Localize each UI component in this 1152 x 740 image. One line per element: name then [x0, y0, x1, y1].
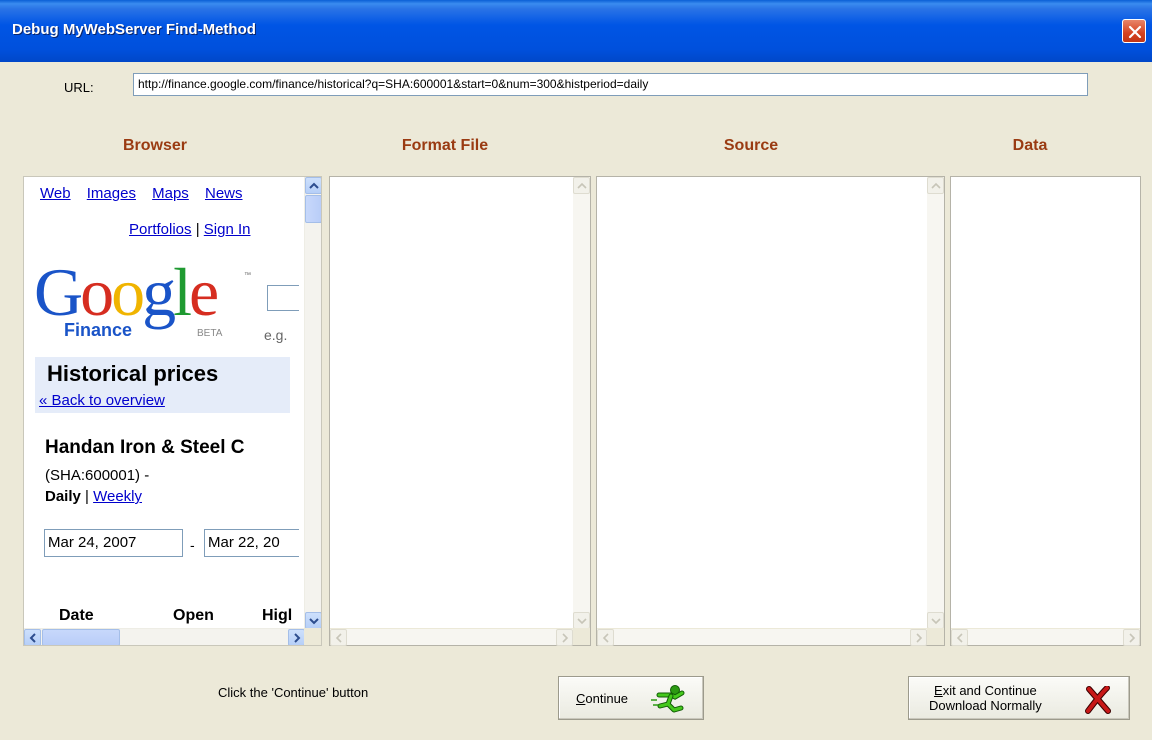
scrollbar-corner — [573, 628, 590, 645]
nav-web-link[interactable]: Web — [40, 185, 71, 202]
data-scroll-left[interactable] — [951, 629, 968, 646]
source-pane[interactable] — [596, 176, 945, 646]
source-scroll-up[interactable] — [927, 177, 944, 194]
start-date-input[interactable]: Mar 24, 2007 — [44, 529, 183, 557]
url-field[interactable]: http://finance.google.com/finance/histor… — [133, 73, 1088, 96]
scrollbar-corner — [927, 628, 944, 645]
chevron-up-icon — [931, 182, 941, 189]
continue-button-label: Continue — [576, 691, 629, 706]
source-scroll-left[interactable] — [597, 629, 614, 646]
format-file-horizontal-scrollbar[interactable] — [330, 628, 573, 646]
status-message: Click the 'Continue' button — [218, 685, 369, 700]
logo-finance-text: Finance — [64, 320, 132, 340]
format-file-pane[interactable] — [329, 176, 591, 646]
chevron-right-icon — [294, 633, 301, 643]
format-file-vertical-scrollbar[interactable] — [573, 177, 590, 629]
historical-prices-bar: Historical prices « Back to overview — [35, 357, 290, 413]
logo-beta-text: BETA — [197, 328, 223, 339]
back-to-overview-link[interactable]: « Back to overview — [39, 392, 165, 409]
logo-tm: ™ — [244, 272, 251, 279]
scroll-up-button[interactable] — [305, 177, 321, 194]
url-label: URL: — [64, 80, 94, 95]
source-scroll-down[interactable] — [927, 612, 944, 629]
exit-continue-button[interactable]: Exit and Continue Download Normally — [908, 676, 1130, 720]
end-date-input[interactable]: Mar 22, 20 — [204, 529, 299, 557]
scroll-left-button[interactable] — [24, 629, 41, 645]
chevron-right-icon — [562, 633, 569, 643]
chevron-left-icon — [29, 633, 36, 643]
continue-button[interactable]: Continue — [558, 676, 704, 720]
column-header-date: Date — [59, 607, 94, 624]
source-header: Source — [723, 137, 779, 154]
account-separator: | — [195, 221, 200, 238]
scroll-right-button[interactable] — [288, 629, 305, 645]
nav-maps-link[interactable]: Maps — [152, 185, 189, 202]
debug-window: Debug MyWebServer Find-Method URL: http:… — [0, 0, 1152, 740]
source-horizontal-scrollbar[interactable] — [597, 628, 927, 646]
period-daily: Daily — [45, 488, 81, 505]
account-links: Portfolios | Sign In — [129, 221, 250, 238]
nav-news-link[interactable]: News — [205, 185, 243, 202]
close-icon — [1128, 25, 1142, 39]
column-header-high: Higl — [262, 607, 293, 624]
data-header: Data — [1012, 137, 1048, 154]
horizontal-scroll-thumb[interactable] — [42, 629, 120, 645]
nav-images-link[interactable]: Images — [87, 185, 136, 202]
format-file-scroll-down[interactable] — [573, 612, 590, 629]
data-horizontal-scrollbar[interactable] — [951, 628, 1140, 646]
chevron-up-icon — [577, 182, 587, 189]
browser-pane[interactable]: Web Images Maps News Portfolios | Sign I… — [23, 176, 322, 646]
browser-horizontal-scrollbar[interactable] — [24, 628, 305, 645]
format-file-scroll-up[interactable] — [573, 177, 590, 194]
google-nav: Web Images Maps News — [40, 185, 255, 202]
data-scroll-right[interactable] — [1123, 629, 1140, 646]
scroll-down-button[interactable] — [305, 612, 321, 629]
google-finance-logo[interactable]: Google ™ Finance BETA — [34, 257, 294, 347]
source-vertical-scrollbar[interactable] — [927, 177, 944, 629]
source-scroll-right[interactable] — [910, 629, 927, 646]
client-area: URL: http://finance.google.com/finance/h… — [0, 62, 1152, 740]
chevron-right-icon — [1129, 633, 1136, 643]
browser-header: Browser — [122, 137, 188, 154]
ticker-symbol: (SHA:600001) - — [45, 467, 150, 484]
format-file-scroll-left[interactable] — [330, 629, 347, 646]
portfolios-link[interactable]: Portfolios — [129, 221, 192, 238]
search-hint: e.g. — [264, 327, 288, 343]
scrollbar-corner — [304, 628, 321, 645]
period-selector: Daily | Weekly — [45, 488, 142, 505]
data-pane[interactable] — [950, 176, 1141, 646]
format-file-scroll-right[interactable] — [556, 629, 573, 646]
company-name: Handan Iron & Steel C — [45, 437, 245, 458]
chevron-right-icon — [916, 633, 923, 643]
chevron-down-icon — [309, 618, 319, 625]
chevron-left-icon — [335, 633, 342, 643]
chevron-left-icon — [956, 633, 963, 643]
exit-button-label: Exit and Continue Download Normally — [929, 683, 1042, 713]
section-title: Historical prices — [47, 361, 219, 386]
chevron-left-icon — [602, 633, 609, 643]
column-header-open: Open — [173, 607, 214, 624]
close-button[interactable] — [1122, 19, 1146, 43]
period-separator: | — [80, 488, 94, 505]
browser-vertical-scrollbar[interactable] — [304, 177, 321, 629]
vertical-scroll-thumb[interactable] — [305, 195, 321, 223]
sign-in-link[interactable]: Sign In — [204, 221, 251, 238]
red-x-icon — [1085, 686, 1111, 714]
quote-search-input[interactable] — [267, 285, 299, 311]
period-weekly-link[interactable]: Weekly — [93, 488, 142, 505]
window-title: Debug MyWebServer Find-Method — [12, 21, 256, 38]
format-file-header: Format File — [401, 137, 489, 154]
date-range-separator: - — [190, 537, 195, 553]
running-man-icon — [651, 685, 685, 713]
title-bar[interactable]: Debug MyWebServer Find-Method — [0, 0, 1152, 62]
chevron-up-icon — [309, 182, 319, 189]
chevron-down-icon — [577, 618, 587, 625]
chevron-down-icon — [931, 618, 941, 625]
browser-content: Web Images Maps News Portfolios | Sign I… — [24, 177, 299, 627]
